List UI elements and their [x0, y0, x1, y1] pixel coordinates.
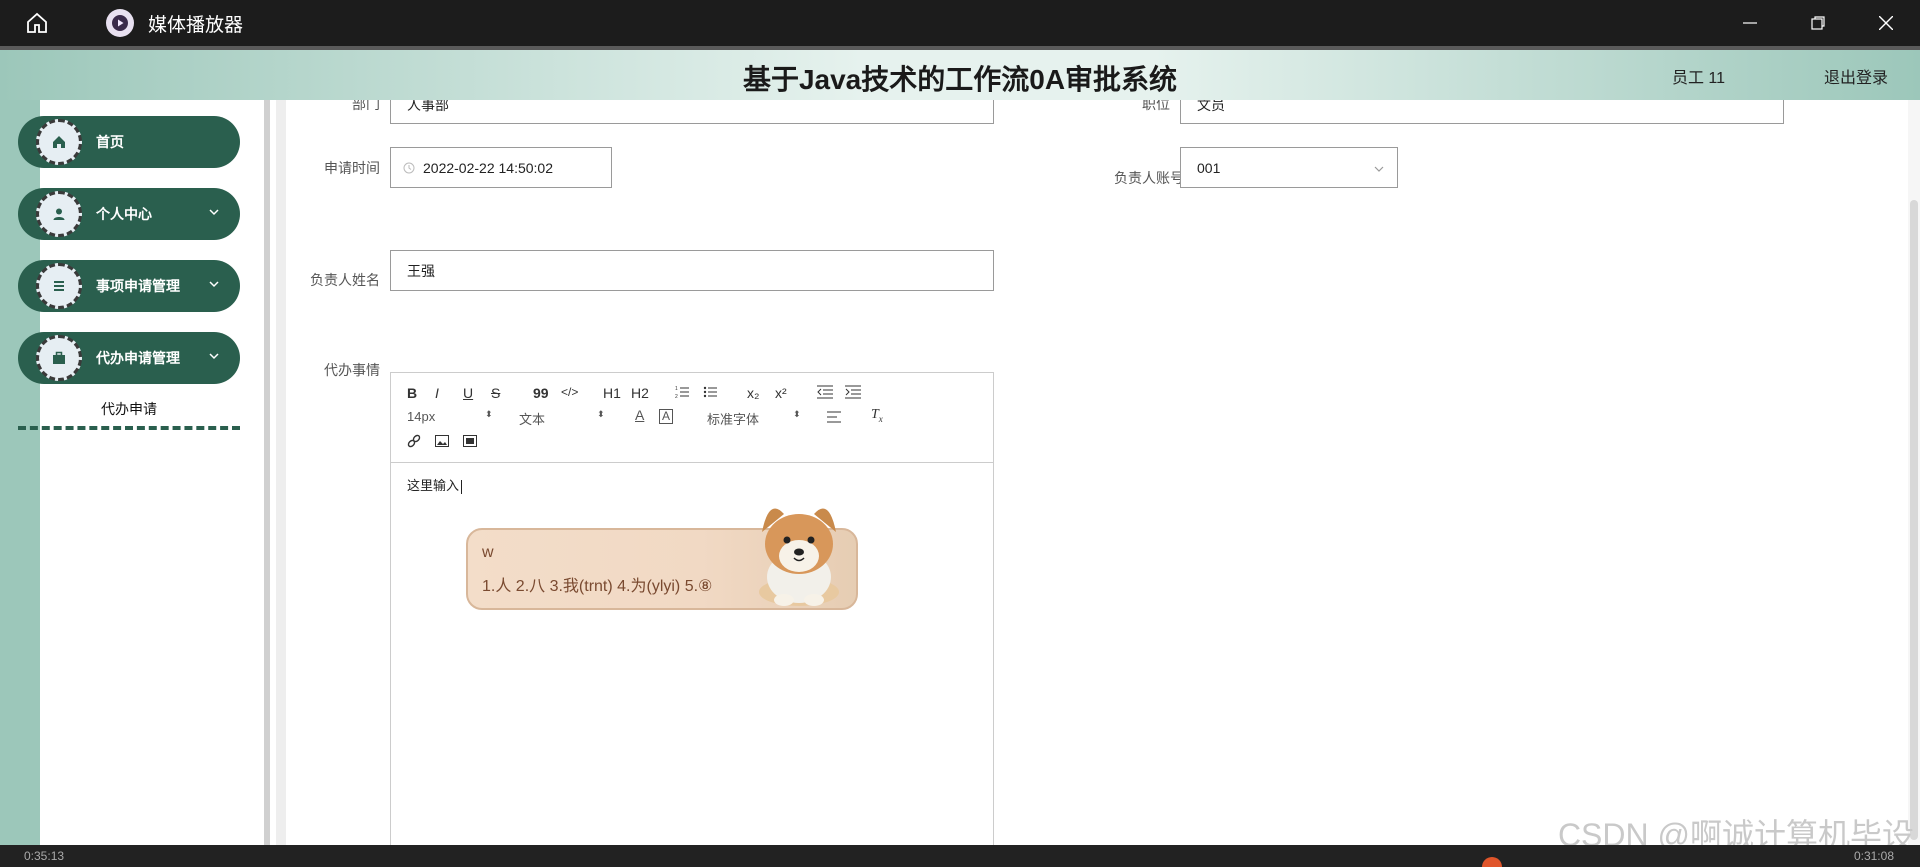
- chevron-down-icon: [208, 205, 220, 223]
- shiba-dog-image: [744, 492, 854, 610]
- list-icon: [36, 263, 82, 309]
- block-type-select[interactable]: 文本: [519, 409, 545, 428]
- svg-text:1: 1: [675, 386, 678, 392]
- position-label: 职位: [1142, 100, 1170, 112]
- editor-content-text: 这里输入: [407, 478, 460, 493]
- minimize-icon[interactable]: [1716, 0, 1784, 46]
- code-block-button[interactable]: </>: [561, 385, 578, 399]
- indent-icon[interactable]: [845, 385, 861, 402]
- manager-account-select[interactable]: 001: [1180, 147, 1398, 188]
- player-bar: 0:35:13 0:31:08: [0, 845, 1920, 867]
- italic-button[interactable]: I: [435, 385, 439, 401]
- chevron-down-icon: [208, 277, 220, 295]
- app-header: 基于Java技术的工作流0A审批系统 员工 11 退出登录: [0, 46, 1920, 100]
- strikethrough-button[interactable]: S: [491, 385, 500, 401]
- window-titlebar: 媒体播放器: [0, 0, 1920, 46]
- sidebar-item-label: 事项申请管理: [96, 278, 180, 294]
- total-time: 0:31:08: [1853, 849, 1894, 863]
- apply-time-label: 申请时间: [324, 160, 380, 176]
- restore-icon[interactable]: [1784, 0, 1852, 46]
- play-icon: [106, 9, 134, 37]
- rich-text-editor[interactable]: B I U S 99 </> H1 H2 12 x₂ x² 14px ⬍ 文本 …: [390, 372, 994, 852]
- heading2-button[interactable]: H2: [631, 385, 649, 401]
- clock-icon: [403, 162, 415, 174]
- close-icon[interactable]: [1852, 0, 1920, 46]
- content-divider: [276, 100, 286, 845]
- chevron-updown-icon: ⬍: [485, 409, 493, 419]
- position-field[interactable]: 文员: [1180, 100, 1784, 124]
- sidebar-subitem-todo-request[interactable]: 代办申请: [18, 392, 240, 430]
- logout-link[interactable]: 退出登录: [1824, 64, 1888, 88]
- blockquote-button[interactable]: 99: [533, 385, 549, 401]
- svg-text:2: 2: [675, 394, 678, 399]
- apply-time-value: 2022-02-22 14:50:02: [423, 159, 553, 176]
- briefcase-icon: [36, 335, 82, 381]
- image-icon[interactable]: [435, 434, 449, 450]
- subscript-button[interactable]: x₂: [747, 385, 759, 401]
- manager-name-field[interactable]: 王强: [390, 250, 994, 291]
- page-scrollbar[interactable]: [1908, 100, 1920, 845]
- person-icon: [36, 191, 82, 237]
- dept-label: 部门: [352, 100, 380, 112]
- text-color-icon[interactable]: A: [635, 407, 644, 423]
- todo-label: 代办事情: [324, 362, 380, 378]
- seek-handle[interactable]: [1482, 857, 1502, 867]
- home-icon[interactable]: [20, 6, 54, 40]
- underline-button[interactable]: U: [463, 385, 473, 401]
- scrollbar-thumb[interactable]: [1910, 200, 1918, 840]
- align-icon[interactable]: [827, 410, 841, 426]
- manager-account-value: 001: [1197, 159, 1221, 176]
- editor-content[interactable]: 这里输入: [407, 475, 463, 494]
- elapsed-time: 0:35:13: [24, 849, 65, 863]
- outdent-icon[interactable]: [817, 385, 833, 402]
- text-cursor: [461, 479, 463, 494]
- sidebar-item-label: 代办申请管理: [96, 350, 180, 366]
- sidebar-item-request-management[interactable]: 事项申请管理: [18, 260, 240, 312]
- font-size-select[interactable]: 14px: [407, 409, 435, 424]
- page-title: 基于Java技术的工作流0A审批系统: [742, 64, 1178, 95]
- chevron-updown-icon: ⬍: [793, 409, 801, 419]
- apply-time-field[interactable]: 2022-02-22 14:50:02: [390, 147, 612, 188]
- current-user: 员工 11: [1671, 70, 1725, 87]
- sidebar-item-todo-management[interactable]: 代办申请管理: [18, 332, 240, 384]
- ordered-list-icon[interactable]: 12: [675, 385, 689, 402]
- manager-name-label: 负责人姓名: [310, 272, 380, 288]
- sidebar-item-label: 个人中心: [96, 206, 152, 222]
- sidebar: 首页 个人中心 事项申请管理 代办申请管理 代办申请: [18, 100, 270, 845]
- editor-toolbar: B I U S 99 </> H1 H2 12 x₂ x² 14px ⬍ 文本 …: [391, 373, 993, 463]
- video-icon[interactable]: [463, 434, 477, 450]
- app-title: 媒体播放器: [148, 14, 244, 36]
- chevron-down-icon: [1373, 162, 1385, 178]
- bold-button[interactable]: B: [407, 385, 417, 401]
- font-family-select[interactable]: 标准字体: [707, 409, 759, 428]
- background-color-icon[interactable]: A: [659, 409, 674, 424]
- clear-format-icon[interactable]: Tx: [871, 407, 883, 424]
- sidebar-item-home[interactable]: 首页: [18, 116, 240, 168]
- bullet-list-icon[interactable]: [703, 385, 717, 402]
- ime-typed-text: w: [482, 544, 494, 561]
- sidebar-item-label: 首页: [96, 134, 124, 150]
- chevron-updown-icon: ⬍: [597, 409, 605, 419]
- link-icon[interactable]: [407, 434, 421, 451]
- sidebar-item-personal-center[interactable]: 个人中心: [18, 188, 240, 240]
- dept-field[interactable]: 人事部: [390, 100, 994, 124]
- manager-account-label: 负责人账号: [1114, 170, 1184, 186]
- chevron-down-icon: [208, 349, 220, 367]
- ime-candidates[interactable]: 1.人 2.八 3.我(trnt) 4.为(ylyi) 5.⑧: [482, 572, 712, 596]
- home-icon: [36, 119, 82, 165]
- superscript-button[interactable]: x²: [775, 385, 787, 401]
- heading1-button[interactable]: H1: [603, 385, 621, 401]
